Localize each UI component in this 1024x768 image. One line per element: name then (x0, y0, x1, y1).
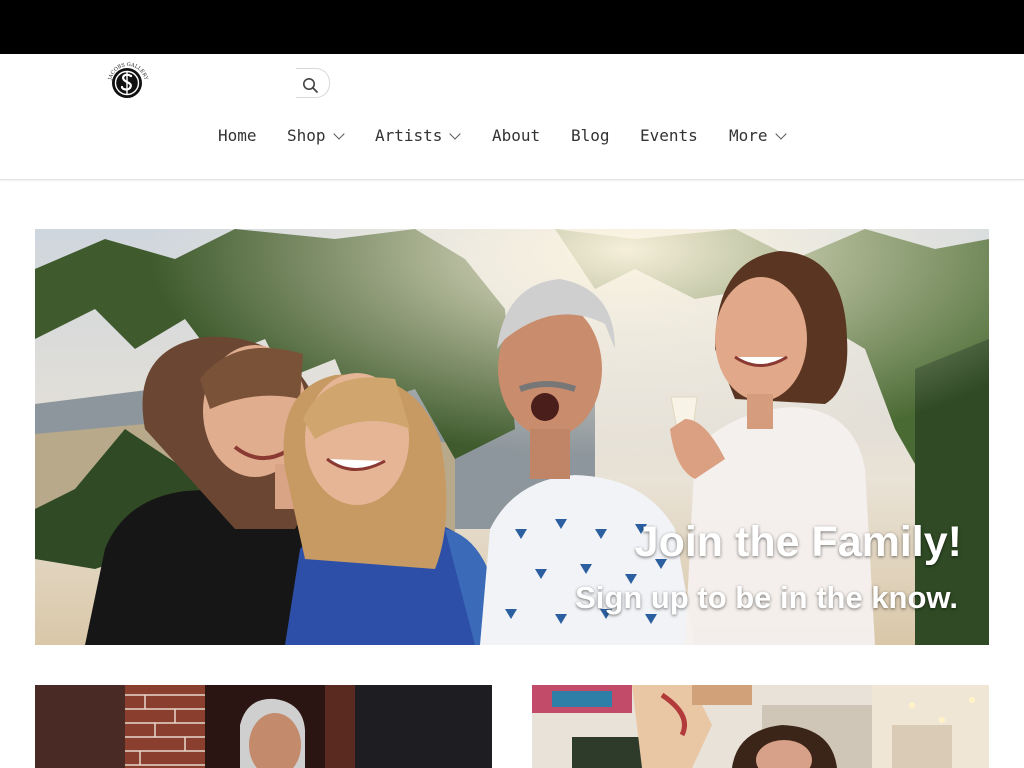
site-logo[interactable]: JACOBS GALLERY SHOP (104, 59, 152, 107)
search-button[interactable] (296, 68, 330, 98)
announcement-bar (0, 0, 1024, 54)
chevron-down-icon (774, 128, 787, 140)
logo-mark: JACOBS GALLERY SHOP (107, 62, 149, 100)
chevron-down-icon (449, 128, 462, 140)
nav-item-blog[interactable]: Blog (571, 124, 610, 148)
nav-item-artists[interactable]: Artists (375, 124, 462, 148)
artist-card-right-image (532, 685, 989, 768)
nav-item-label: About (492, 126, 541, 145)
artist-card-left[interactable] (35, 685, 492, 768)
nav-item-label: Artists (375, 126, 443, 145)
site-header: JACOBS GALLERY SHOP Home Shop Artists Ab… (0, 54, 1024, 180)
search-icon (303, 78, 318, 93)
artist-card-right[interactable] (532, 685, 989, 768)
nav-item-events[interactable]: Events (640, 124, 698, 148)
nav-item-home[interactable]: Home (218, 124, 257, 148)
nav-item-shop[interactable]: Shop (287, 124, 345, 148)
nav-item-about[interactable]: About (492, 124, 540, 148)
hero-headline: Join the Family! (634, 518, 962, 566)
main-nav: Home Shop Artists About Blog Events More (0, 124, 1024, 148)
nav-item-label: Blog (571, 126, 610, 145)
artist-card-left-image (35, 685, 492, 768)
nav-item-more[interactable]: More (729, 124, 787, 148)
nav-item-label: Shop (287, 126, 326, 145)
hero-subline: Sign up to be in the know. (575, 580, 958, 615)
chevron-down-icon (332, 128, 345, 140)
hero-banner[interactable]: Join the Family! Sign up to be in the kn… (35, 229, 989, 645)
nav-item-label: Events (640, 126, 698, 145)
nav-item-label: More (729, 126, 768, 145)
nav-item-label: Home (218, 126, 257, 145)
